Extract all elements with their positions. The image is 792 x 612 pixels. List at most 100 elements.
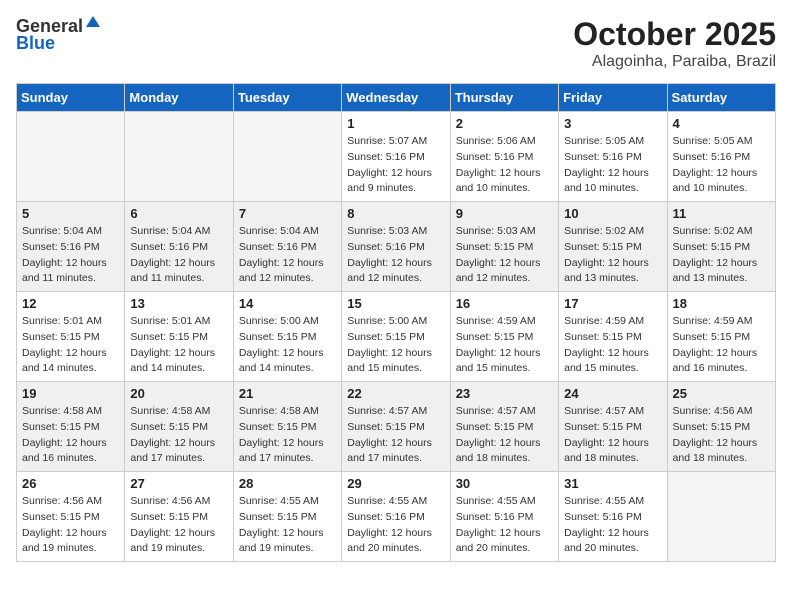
day-number: 14 [239,296,336,311]
calendar-cell: 25Sunrise: 4:56 AM Sunset: 5:15 PM Dayli… [667,382,775,472]
calendar-cell: 28Sunrise: 4:55 AM Sunset: 5:15 PM Dayli… [233,472,341,562]
day-info: Sunrise: 4:57 AM Sunset: 5:15 PM Dayligh… [456,404,553,467]
day-number: 29 [347,476,444,491]
day-number: 16 [456,296,553,311]
day-info: Sunrise: 4:55 AM Sunset: 5:15 PM Dayligh… [239,494,336,557]
day-info: Sunrise: 4:55 AM Sunset: 5:16 PM Dayligh… [564,494,661,557]
day-info: Sunrise: 4:59 AM Sunset: 5:15 PM Dayligh… [673,314,770,377]
day-info: Sunrise: 4:57 AM Sunset: 5:15 PM Dayligh… [347,404,444,467]
calendar-cell: 7 Sunrise: 5:04 AM Sunset: 5:16 PM Daylig… [233,202,341,292]
day-number: 9 [456,206,553,221]
calendar-cell: 26Sunrise: 4:56 AM Sunset: 5:15 PM Dayli… [17,472,125,562]
day-number: 7 [239,206,336,221]
weekday-header-saturday: Saturday [667,84,775,112]
day-info: Sunrise: 4:57 AM Sunset: 5:15 PM Dayligh… [564,404,661,467]
day-number: 31 [564,476,661,491]
page-header: General Blue October 2025 Alagoinha, Par… [16,16,776,71]
calendar-cell: 2 Sunrise: 5:06 AM Sunset: 5:16 PM Daylig… [450,112,558,202]
day-number: 24 [564,386,661,401]
calendar-cell: 18 Sunrise: 4:59 AM Sunset: 5:15 PM Dayli… [667,292,775,382]
day-info: Sunrise: 5:02 AM Sunset: 5:15 PM Dayligh… [673,224,770,287]
day-info: Sunrise: 4:58 AM Sunset: 5:15 PM Dayligh… [130,404,227,467]
weekday-header-row: SundayMondayTuesdayWednesdayThursdayFrid… [17,84,776,112]
calendar-week-row: 26Sunrise: 4:56 AM Sunset: 5:15 PM Dayli… [17,472,776,562]
logo-blue-text: Blue [16,33,55,54]
calendar-location: Alagoinha, Paraiba, Brazil [573,53,776,71]
calendar-cell: 8 Sunrise: 5:03 AM Sunset: 5:16 PM Daylig… [342,202,450,292]
calendar-cell [125,112,233,202]
day-number: 25 [673,386,770,401]
day-info: Sunrise: 4:55 AM Sunset: 5:16 PM Dayligh… [347,494,444,557]
day-number: 21 [239,386,336,401]
calendar-cell [667,472,775,562]
day-number: 4 [673,116,770,131]
day-info: Sunrise: 5:01 AM Sunset: 5:15 PM Dayligh… [22,314,119,377]
day-info: Sunrise: 5:04 AM Sunset: 5:16 PM Dayligh… [239,224,336,287]
day-info: Sunrise: 5:05 AM Sunset: 5:16 PM Dayligh… [564,134,661,197]
calendar-cell: 12 Sunrise: 5:01 AM Sunset: 5:15 PM Dayli… [17,292,125,382]
day-info: Sunrise: 5:06 AM Sunset: 5:16 PM Dayligh… [456,134,553,197]
calendar-cell: 17Sunrise: 4:59 AM Sunset: 5:15 PM Dayli… [559,292,667,382]
calendar-cell: 4 Sunrise: 5:05 AM Sunset: 5:16 PM Daylig… [667,112,775,202]
day-number: 30 [456,476,553,491]
day-info: Sunrise: 4:59 AM Sunset: 5:15 PM Dayligh… [456,314,553,377]
calendar-cell: 30Sunrise: 4:55 AM Sunset: 5:16 PM Dayli… [450,472,558,562]
calendar-cell: 27 Sunrise: 4:56 AM Sunset: 5:15 PM Dayli… [125,472,233,562]
day-number: 10 [564,206,661,221]
calendar-cell: 11Sunrise: 5:02 AM Sunset: 5:15 PM Dayli… [667,202,775,292]
day-number: 3 [564,116,661,131]
calendar-cell: 31 Sunrise: 4:55 AM Sunset: 5:16 PM Dayli… [559,472,667,562]
day-number: 23 [456,386,553,401]
day-number: 6 [130,206,227,221]
calendar-week-row: 5Sunrise: 5:04 AM Sunset: 5:16 PM Daylig… [17,202,776,292]
day-number: 27 [130,476,227,491]
logo: General Blue [16,16,101,54]
day-info: Sunrise: 5:02 AM Sunset: 5:15 PM Dayligh… [564,224,661,287]
calendar-title: October 2025 [573,16,776,53]
day-number: 8 [347,206,444,221]
day-info: Sunrise: 4:56 AM Sunset: 5:15 PM Dayligh… [22,494,119,557]
calendar-week-row: 12 Sunrise: 5:01 AM Sunset: 5:15 PM Dayli… [17,292,776,382]
logo-triangle-icon [85,14,101,35]
day-number: 1 [347,116,444,131]
calendar-cell: 6 Sunrise: 5:04 AM Sunset: 5:16 PM Daylig… [125,202,233,292]
calendar-cell: 15Sunrise: 5:00 AM Sunset: 5:15 PM Dayli… [342,292,450,382]
day-info: Sunrise: 5:05 AM Sunset: 5:16 PM Dayligh… [673,134,770,197]
calendar-week-row: 1 Sunrise: 5:07 AM Sunset: 5:16 PM Daylig… [17,112,776,202]
calendar-table: SundayMondayTuesdayWednesdayThursdayFrid… [16,83,776,562]
day-number: 20 [130,386,227,401]
calendar-cell: 22 Sunrise: 4:57 AM Sunset: 5:15 PM Dayli… [342,382,450,472]
day-number: 18 [673,296,770,311]
day-number: 2 [456,116,553,131]
day-info: Sunrise: 5:03 AM Sunset: 5:15 PM Dayligh… [456,224,553,287]
calendar-cell: 3 Sunrise: 5:05 AM Sunset: 5:16 PM Daylig… [559,112,667,202]
day-info: Sunrise: 4:58 AM Sunset: 5:15 PM Dayligh… [22,404,119,467]
day-info: Sunrise: 5:07 AM Sunset: 5:16 PM Dayligh… [347,134,444,197]
day-info: Sunrise: 5:04 AM Sunset: 5:16 PM Dayligh… [130,224,227,287]
day-info: Sunrise: 5:01 AM Sunset: 5:15 PM Dayligh… [130,314,227,377]
calendar-cell: 16 Sunrise: 4:59 AM Sunset: 5:15 PM Dayli… [450,292,558,382]
day-info: Sunrise: 5:03 AM Sunset: 5:16 PM Dayligh… [347,224,444,287]
calendar-cell: 1 Sunrise: 5:07 AM Sunset: 5:16 PM Daylig… [342,112,450,202]
day-number: 19 [22,386,119,401]
calendar-cell: 14 Sunrise: 5:00 AM Sunset: 5:15 PM Dayli… [233,292,341,382]
title-block: October 2025 Alagoinha, Paraiba, Brazil [573,16,776,71]
calendar-cell [233,112,341,202]
weekday-header-friday: Friday [559,84,667,112]
calendar-cell: 19 Sunrise: 4:58 AM Sunset: 5:15 PM Dayli… [17,382,125,472]
calendar-cell: 21 Sunrise: 4:58 AM Sunset: 5:15 PM Dayli… [233,382,341,472]
weekday-header-thursday: Thursday [450,84,558,112]
weekday-header-sunday: Sunday [17,84,125,112]
day-number: 12 [22,296,119,311]
calendar-cell: 9 Sunrise: 5:03 AM Sunset: 5:15 PM Daylig… [450,202,558,292]
calendar-week-row: 19 Sunrise: 4:58 AM Sunset: 5:15 PM Dayli… [17,382,776,472]
day-info: Sunrise: 4:58 AM Sunset: 5:15 PM Dayligh… [239,404,336,467]
calendar-cell: 23 Sunrise: 4:57 AM Sunset: 5:15 PM Dayli… [450,382,558,472]
calendar-cell [17,112,125,202]
day-number: 17 [564,296,661,311]
day-number: 22 [347,386,444,401]
day-info: Sunrise: 5:04 AM Sunset: 5:16 PM Dayligh… [22,224,119,287]
day-info: Sunrise: 5:00 AM Sunset: 5:15 PM Dayligh… [347,314,444,377]
day-info: Sunrise: 4:56 AM Sunset: 5:15 PM Dayligh… [130,494,227,557]
day-info: Sunrise: 5:00 AM Sunset: 5:15 PM Dayligh… [239,314,336,377]
